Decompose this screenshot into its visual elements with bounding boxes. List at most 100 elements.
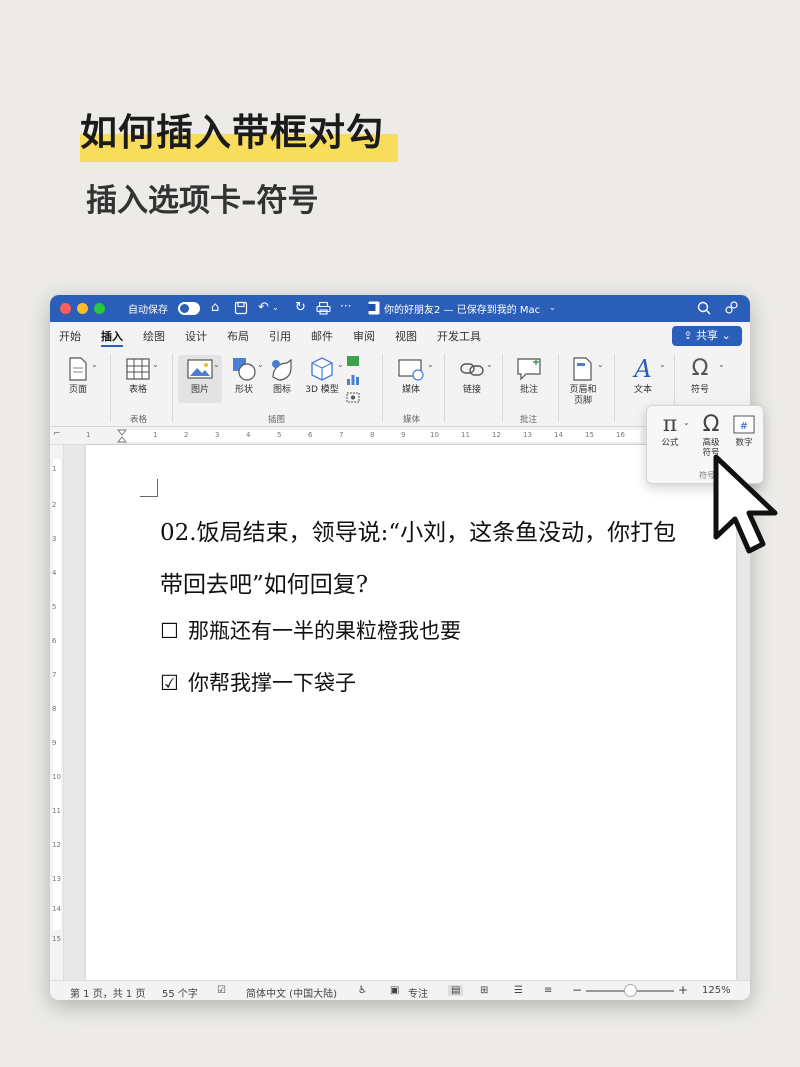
zoom-out-button[interactable]: −: [572, 983, 582, 997]
symbol-button[interactable]: Ω 符号: [678, 355, 722, 396]
number-button[interactable]: # 数字: [727, 412, 761, 448]
zoom-in-button[interactable]: +: [678, 983, 688, 997]
autosave-toggle[interactable]: [178, 302, 200, 315]
focus-label[interactable]: 专注: [408, 985, 428, 1000]
word-count[interactable]: 55 个字: [162, 985, 198, 1000]
page-count[interactable]: 第 1 页，共 1 页: [70, 985, 145, 1000]
close-button[interactable]: [60, 303, 71, 314]
tab-developer[interactable]: 开发工具: [437, 328, 481, 344]
page-label: 页面: [68, 385, 87, 395]
indent-marker-icon[interactable]: [117, 429, 127, 443]
document-canvas: 02.饭局结束，领导说:“小刘，这条鱼没动，你打包 带回去吧”如何回复? ☐ 那瓶…: [64, 445, 750, 980]
redo-icon[interactable]: ↻: [295, 300, 306, 316]
divider: [382, 354, 383, 422]
option-2[interactable]: ☑ 你帮我撑一下袋子: [160, 667, 356, 697]
print-layout-icon[interactable]: ▤: [448, 985, 464, 996]
word-window: 自动保存 ⌂ ↶ ⌄ ↻ ··· 你的好朋友2 — 已保存到我的 Mac ⌄ 开…: [50, 295, 750, 1000]
tab-layout[interactable]: 布局: [227, 328, 249, 344]
zoom-level[interactable]: 125%: [702, 985, 731, 996]
link-dropdown-icon[interactable]: ⌄: [486, 360, 493, 369]
group-label-table: 表格: [130, 415, 148, 425]
account-icon[interactable]: [724, 300, 740, 316]
share-button[interactable]: ⇪ 共享 ⌄: [672, 326, 742, 346]
tab-insert[interactable]: 插入: [101, 328, 123, 347]
tab-view[interactable]: 视图: [395, 328, 417, 344]
icons-icon: [272, 358, 292, 381]
search-icon[interactable]: [697, 301, 711, 315]
vruler-number: 8: [52, 705, 57, 713]
question-line-2[interactable]: 带回去吧”如何回复?: [160, 565, 368, 599]
comment-icon: [517, 358, 541, 381]
zoom-slider-knob[interactable]: [623, 984, 637, 997]
tab-draw[interactable]: 绘图: [143, 328, 165, 344]
checked-checkbox-icon: ☑: [160, 671, 179, 695]
vruler-number: 10: [52, 773, 61, 781]
ruler-number: 1: [86, 431, 91, 439]
table-label: 表格: [128, 385, 147, 395]
chevron-down-icon: ⌄: [718, 329, 731, 342]
vruler-number: 1: [52, 465, 57, 473]
equation-dropdown-icon[interactable]: ⌄: [683, 418, 690, 427]
icons-button[interactable]: 图标: [260, 355, 304, 396]
document-title[interactable]: 你的好朋友2 — 已保存到我的 Mac: [384, 301, 540, 316]
maximize-button[interactable]: [94, 303, 105, 314]
undo-dropdown-icon[interactable]: ⌄: [272, 300, 279, 316]
pi-icon: π: [662, 412, 678, 437]
vruler-number: 2: [52, 501, 57, 509]
more-icon[interactable]: ···: [340, 299, 351, 313]
vruler-number: 15: [52, 935, 61, 943]
vruler-number: 13: [52, 875, 61, 883]
titlebar: 自动保存 ⌂ ↶ ⌄ ↻ ··· 你的好朋友2 — 已保存到我的 Mac ⌄: [50, 295, 750, 322]
home-icon[interactable]: ⌂: [211, 300, 219, 316]
header-footer-dropdown-icon[interactable]: ⌄: [597, 360, 604, 369]
option-2-text: 你帮我撑一下袋子: [188, 671, 356, 695]
mouse-pointer-icon: [713, 454, 778, 554]
chart-icon[interactable]: [346, 372, 360, 386]
equation-button[interactable]: π 公式: [653, 412, 687, 448]
empty-checkbox-icon: ☐: [160, 619, 179, 643]
tab-home[interactable]: 开始: [59, 328, 81, 344]
document-page[interactable]: 02.饭局结束，领导说:“小刘，这条鱼没动，你打包 带回去吧”如何回复? ☐ 那瓶…: [86, 445, 736, 980]
link-label: 链接: [462, 385, 481, 395]
undo-icon[interactable]: ↶: [258, 300, 269, 316]
vertical-ruler[interactable]: 1 2 3 4 5 6 7 8 9 10 11 12 13 14 15: [50, 445, 64, 980]
svg-text:#: #: [740, 421, 748, 432]
minimize-button[interactable]: [77, 303, 88, 314]
option-1[interactable]: ☐ 那瓶还有一半的果粒橙我也要: [160, 615, 461, 645]
proofing-icon[interactable]: ☑: [217, 985, 226, 996]
smartart-icon[interactable]: [346, 354, 360, 368]
question-line-1[interactable]: 02.饭局结束，领导说:“小刘，这条鱼没动，你打包: [160, 513, 676, 547]
tab-design[interactable]: 设计: [185, 328, 207, 344]
group-label-media: 媒体: [403, 415, 421, 425]
web-layout-icon[interactable]: ⊞: [480, 985, 488, 996]
ruler-number: 3: [215, 431, 220, 439]
draft-icon[interactable]: ≡: [544, 985, 552, 996]
text-dropdown-icon[interactable]: ⌄: [659, 360, 666, 369]
symbol-dropdown-icon[interactable]: ⌄: [718, 360, 725, 369]
tab-mailings[interactable]: 邮件: [311, 328, 333, 344]
horizontal-ruler[interactable]: ⌐ 1 1 2 3 4 5 6 7 8 9 10 11 12 13 14 15 …: [50, 427, 750, 445]
language[interactable]: 简体中文 (中国大陆): [246, 985, 337, 1000]
picture-dropdown-icon[interactable]: ⌄: [213, 360, 220, 369]
page-dropdown-icon[interactable]: ⌄: [91, 360, 98, 369]
print-icon[interactable]: [316, 301, 331, 315]
screenshot-icon[interactable]: [346, 390, 360, 404]
title-dropdown-icon[interactable]: ⌄: [549, 303, 556, 312]
accessibility-icon[interactable]: ♿: [358, 985, 367, 996]
tab-stop-icon[interactable]: ⌐: [53, 429, 61, 439]
table-dropdown-icon[interactable]: ⌄: [152, 360, 159, 369]
group-label-illustrations: 插图: [268, 415, 286, 425]
focus-icon[interactable]: ▣: [390, 985, 399, 996]
media-dropdown-icon[interactable]: ⌄: [427, 360, 434, 369]
shapes-icon: [233, 358, 256, 381]
save-icon[interactable]: [234, 301, 248, 315]
comment-button[interactable]: 批注: [507, 355, 551, 396]
tab-review[interactable]: 审阅: [353, 328, 375, 344]
ruler-number: 1: [153, 431, 158, 439]
tab-references[interactable]: 引用: [269, 328, 291, 344]
outline-icon[interactable]: ☰: [514, 985, 523, 996]
picture-label: 图片: [190, 385, 209, 395]
3d-model-dropdown-icon[interactable]: ⌄: [337, 360, 344, 369]
divider: [110, 354, 111, 422]
header-footer-label: 页眉和 页脚: [569, 385, 597, 406]
